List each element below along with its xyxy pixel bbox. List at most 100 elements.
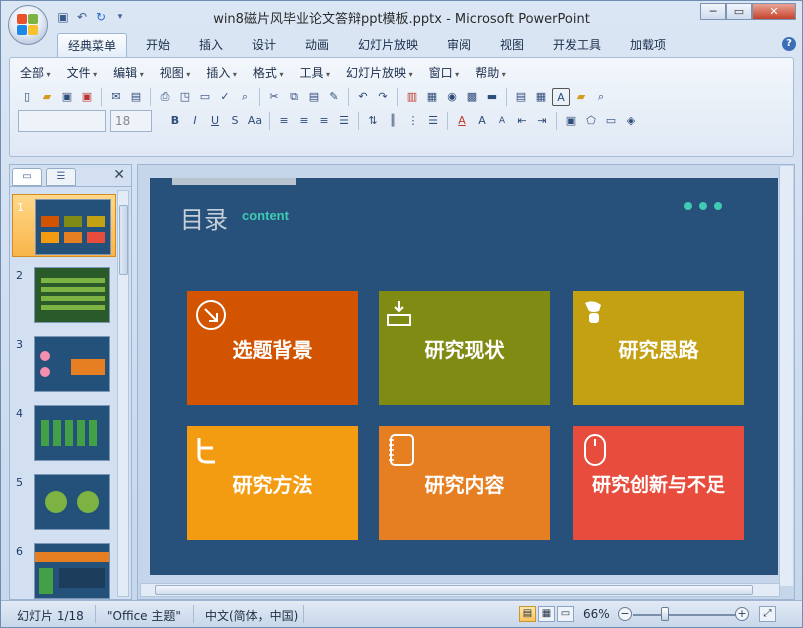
permission-icon[interactable]: ▣	[78, 88, 96, 106]
zoom-in-button[interactable]: +	[735, 607, 749, 621]
slides-tab[interactable]: ▭	[12, 168, 42, 186]
picture-icon[interactable]: ▩	[463, 88, 481, 106]
slide-thumbnail[interactable]: 1	[12, 194, 116, 257]
font-family-field[interactable]	[18, 110, 106, 132]
slide-thumbnail[interactable]: 4	[12, 401, 116, 464]
tab-view[interactable]: 视图	[500, 36, 524, 53]
card-topic-background[interactable]: 选题背景	[187, 291, 358, 405]
menu-help[interactable]: 帮助	[475, 64, 506, 81]
tab-review[interactable]: 审阅	[447, 36, 471, 53]
card-research-approach[interactable]: 研究思路	[573, 291, 744, 405]
publish-icon[interactable]: ▤	[127, 88, 145, 106]
fit-to-window-button[interactable]: ⤢	[759, 606, 776, 622]
tab-slideshow[interactable]: 幻灯片放映	[358, 36, 418, 53]
new-file-icon[interactable]: ▯	[18, 88, 36, 106]
undo-icon[interactable]: ↶	[354, 88, 372, 106]
shadow-icon[interactable]: S	[226, 112, 244, 130]
textbox-icon[interactable]: A	[552, 88, 570, 106]
slideshow-view-button[interactable]: ▭	[557, 606, 574, 622]
justify-icon[interactable]: ☰	[335, 112, 353, 130]
tab-insert[interactable]: 插入	[199, 36, 223, 53]
card-research-status[interactable]: 研究现状	[379, 291, 550, 405]
clipart-icon[interactable]: ◉	[443, 88, 461, 106]
zoom-out-button[interactable]: −	[618, 607, 632, 621]
tab-animations[interactable]: 动画	[305, 36, 329, 53]
menu-all[interactable]: 全部	[20, 64, 51, 81]
numbering-icon[interactable]: ⋮	[404, 112, 422, 130]
tab-addins[interactable]: 加载项	[630, 36, 666, 53]
format-painter-icon[interactable]: ✎	[325, 88, 343, 106]
print-icon[interactable]: ⎙	[156, 88, 174, 106]
grow-font-icon[interactable]: A	[473, 112, 491, 130]
normal-view-button[interactable]: ▤	[519, 606, 536, 622]
underline-icon[interactable]: U	[206, 112, 224, 130]
new-slide-icon[interactable]: ▤	[512, 88, 530, 106]
menu-tools[interactable]: 工具	[299, 64, 330, 81]
slide-subtitle[interactable]: content	[242, 208, 289, 223]
print-preview-icon[interactable]: ◳	[176, 88, 194, 106]
quick-styles-icon[interactable]: ▭	[602, 112, 620, 130]
table-icon[interactable]: ▦	[423, 88, 441, 106]
zoom-level[interactable]: 66%	[583, 607, 610, 621]
maximize-button[interactable]: ▭	[726, 3, 752, 20]
help-icon[interactable]: ?	[782, 37, 796, 51]
current-slide[interactable]: 目录 content 选题背景 研究现状 研究思路 研究方法 研究内容 研究创新…	[150, 178, 778, 575]
menu-format[interactable]: 格式	[253, 64, 284, 81]
menu-file[interactable]: 文件	[67, 64, 98, 81]
tab-design[interactable]: 设计	[252, 36, 276, 53]
outline-tab[interactable]: ☰	[46, 168, 76, 186]
slide-sorter-button[interactable]: ▦	[538, 606, 555, 622]
bold-icon[interactable]: B	[166, 112, 184, 130]
redo-icon[interactable]: ↷	[374, 88, 392, 106]
tab-developer[interactable]: 开发工具	[553, 36, 601, 53]
paste-icon[interactable]: ▤	[305, 88, 323, 106]
fill-icon[interactable]: ◈	[622, 112, 640, 130]
font-size-field[interactable]: 18	[110, 110, 152, 132]
slide-vertical-scrollbar[interactable]	[779, 166, 793, 586]
minimize-button[interactable]: ─	[700, 3, 726, 20]
font-color-icon[interactable]: A	[453, 112, 471, 130]
chart-icon[interactable]: ▥	[403, 88, 421, 106]
card-research-method[interactable]: 研究方法	[187, 426, 358, 540]
card-research-content[interactable]: 研究内容	[379, 426, 550, 540]
research-icon[interactable]: ⌕	[236, 88, 254, 106]
zoom-slider[interactable]	[633, 614, 741, 616]
slide-thumbnail[interactable]: 5	[12, 470, 116, 533]
menu-window[interactable]: 窗口	[429, 64, 460, 81]
menu-view[interactable]: 视图	[160, 64, 191, 81]
zoom-icon[interactable]: ⌕	[592, 88, 610, 106]
text-direction-icon[interactable]: ⇅	[364, 112, 382, 130]
menu-edit[interactable]: 编辑	[113, 64, 144, 81]
line-color-icon[interactable]: ▬	[483, 88, 501, 106]
save-icon[interactable]: ▣	[58, 88, 76, 106]
open-folder-icon[interactable]: ▰	[38, 88, 56, 106]
office-button[interactable]	[8, 5, 48, 45]
card-innovation-and-limitations[interactable]: 研究创新与不足	[573, 426, 744, 540]
arrange-icon[interactable]: ▣	[562, 112, 580, 130]
folder-icon[interactable]: ▰	[572, 88, 590, 106]
close-panel-icon[interactable]: ✕	[113, 167, 125, 183]
bullets-icon[interactable]: ☰	[424, 112, 442, 130]
italic-icon[interactable]: I	[186, 112, 204, 130]
decrease-indent-icon[interactable]: ⇤	[513, 112, 531, 130]
slide-thumbnail[interactable]: 2	[12, 263, 116, 326]
slide-horizontal-scrollbar[interactable]	[140, 583, 780, 597]
align-right-icon[interactable]: ≡	[315, 112, 333, 130]
menu-insert[interactable]: 插入	[206, 64, 237, 81]
scroll-thumb[interactable]	[155, 585, 753, 595]
slide-thumbnail[interactable]: 3	[12, 332, 116, 395]
slide-thumbnail[interactable]: 6	[12, 539, 116, 599]
shrink-font-icon[interactable]: A	[493, 112, 511, 130]
shapes-icon[interactable]: ⬠	[582, 112, 600, 130]
layout-icon[interactable]: ▦	[532, 88, 550, 106]
scroll-thumb[interactable]	[119, 205, 128, 275]
email-icon[interactable]: ✉	[107, 88, 125, 106]
close-button[interactable]: ✕	[752, 3, 796, 20]
menu-slideshow[interactable]: 幻灯片放映	[346, 64, 413, 81]
align-left-icon[interactable]: ≡	[275, 112, 293, 130]
align-center-icon[interactable]: ≡	[295, 112, 313, 130]
slide-icon[interactable]: ▭	[196, 88, 214, 106]
change-case-icon[interactable]: Aa	[246, 112, 264, 130]
tab-home[interactable]: 开始	[146, 36, 170, 53]
zoom-slider-knob[interactable]	[661, 607, 669, 621]
